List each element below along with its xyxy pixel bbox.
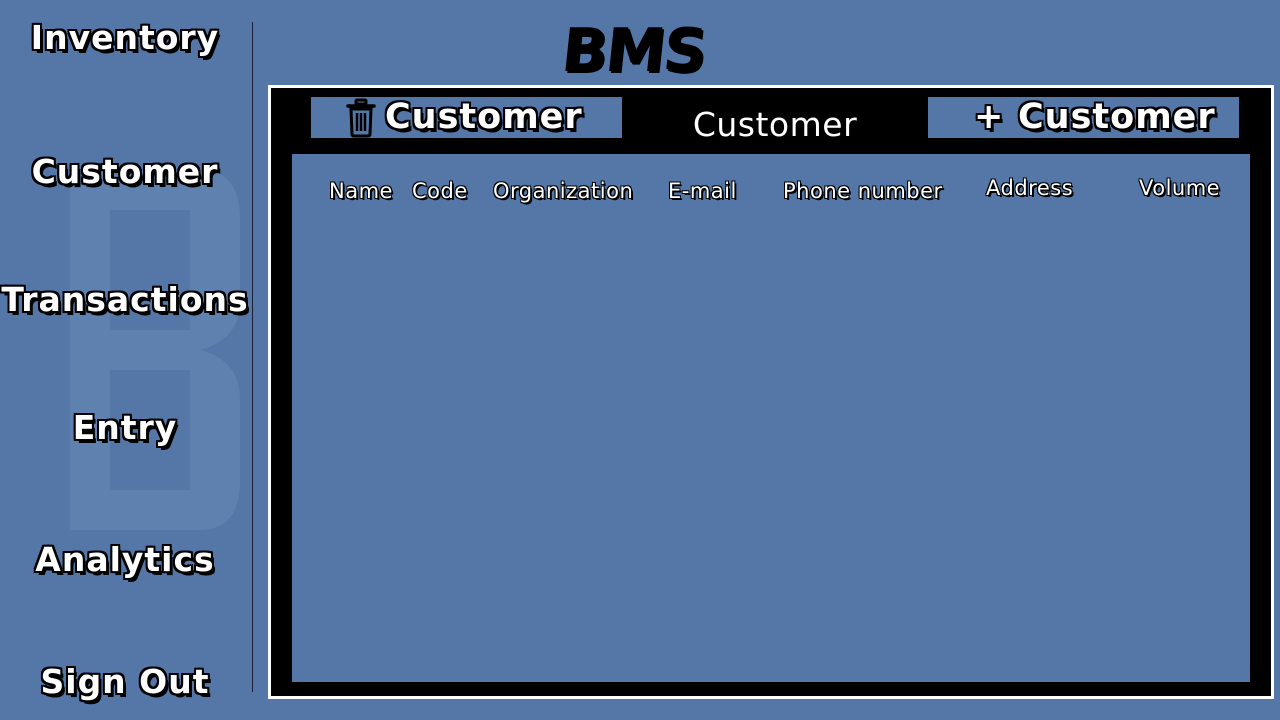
column-header-organization[interactable]: Organization bbox=[493, 179, 633, 203]
sidebar-item-entry[interactable]: Entry bbox=[0, 408, 250, 447]
sidebar-item-transactions[interactable]: Transactions bbox=[0, 280, 250, 319]
sidebar-item-sign-out[interactable]: Sign Out bbox=[0, 662, 250, 701]
delete-customer-button[interactable]: Customer bbox=[311, 97, 622, 138]
tab-customer-list[interactable]: Customer bbox=[622, 100, 928, 150]
sidebar-divider bbox=[252, 22, 253, 692]
sidebar-item-analytics[interactable]: Analytics bbox=[0, 540, 250, 579]
add-customer-button[interactable]: + Customer bbox=[928, 97, 1239, 138]
column-header-name[interactable]: Name bbox=[329, 179, 393, 203]
column-header-volume[interactable]: Volume bbox=[1139, 176, 1220, 200]
column-header-email[interactable]: E-mail bbox=[668, 179, 737, 203]
sidebar-item-customer[interactable]: Customer bbox=[0, 152, 250, 191]
plus-icon: + bbox=[974, 97, 1005, 137]
add-customer-label: Customer bbox=[1018, 97, 1216, 137]
app-logo: BMS bbox=[558, 16, 709, 86]
sidebar-item-inventory[interactable]: Inventory bbox=[0, 18, 250, 57]
column-header-code[interactable]: Code bbox=[412, 179, 468, 203]
delete-customer-label: Customer bbox=[385, 97, 583, 137]
customer-table: Name Code Organization E-mail Phone numb… bbox=[292, 154, 1250, 682]
trash-icon bbox=[346, 98, 376, 138]
column-header-phone-number[interactable]: Phone number bbox=[783, 179, 943, 203]
column-header-address[interactable]: Address bbox=[986, 176, 1073, 200]
watermark-logo bbox=[70, 170, 240, 530]
